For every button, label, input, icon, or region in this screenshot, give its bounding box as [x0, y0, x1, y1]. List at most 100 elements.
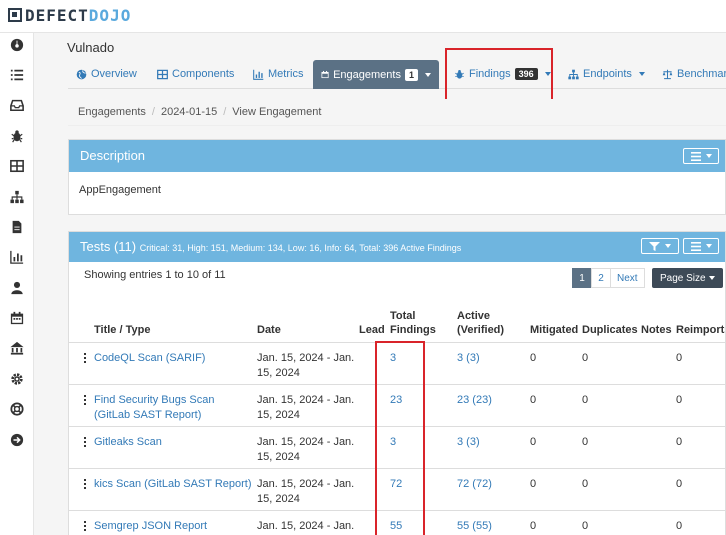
row-actions-icon[interactable]: [84, 353, 86, 363]
tab-components[interactable]: Components: [149, 59, 242, 89]
arrow-circle-right-icon[interactable]: [0, 425, 34, 455]
sitemap-icon[interactable]: [0, 182, 34, 212]
entries-info: Showing entries 1 to 10 of 11: [84, 269, 226, 281]
list-icon[interactable]: [0, 60, 34, 90]
globe-icon: [76, 69, 87, 79]
test-active-verified[interactable]: 72 (72): [457, 477, 492, 492]
page-2-button[interactable]: 2: [591, 268, 611, 288]
test-duplicates: 0: [582, 478, 589, 490]
bar-chart-icon: [253, 69, 264, 80]
findings-tab-highlight: [445, 48, 553, 101]
test-mitigated: 0: [530, 436, 537, 448]
col-duplicates[interactable]: Duplicates: [582, 323, 638, 337]
chevron-down-icon: [425, 72, 431, 77]
table-icon: [157, 69, 168, 79]
test-duplicates: 0: [582, 436, 589, 448]
filter-icon: [649, 241, 660, 251]
tab-benchmark[interactable]: Benchmark: [654, 59, 726, 89]
total-findings-highlight: [375, 341, 425, 535]
bars-icon: [690, 241, 701, 251]
test-duplicates: 0: [582, 394, 589, 406]
description-title: Description: [80, 148, 146, 163]
product-tabs: Overview Components Metrics Engagements …: [68, 59, 726, 89]
logo-mark-icon: [8, 8, 22, 22]
col-date[interactable]: Date: [257, 323, 281, 337]
inbox-icon[interactable]: [0, 90, 34, 120]
test-title-link[interactable]: Gitleaks Scan: [94, 435, 252, 450]
tab-benchmark-label: Benchmark: [677, 68, 726, 80]
tests-menu-button[interactable]: [683, 238, 719, 254]
logo-text-dojo: DOJO: [88, 5, 132, 25]
row-actions-icon[interactable]: [84, 521, 86, 531]
test-date: Jan. 15, 2024 - Jan.: [257, 520, 355, 532]
main-content: Vulnado Overview Components Metrics Enga…: [34, 33, 726, 535]
next-page-button[interactable]: Next: [610, 268, 645, 288]
chevron-down-icon: [708, 276, 715, 280]
col-total-findings[interactable]: Total Findings: [390, 309, 436, 337]
test-duplicates: 0: [582, 520, 589, 532]
row-actions-icon[interactable]: [84, 395, 86, 405]
test-title-link[interactable]: CodeQL Scan (SARIF): [94, 351, 252, 366]
description-panel-header: Description: [69, 140, 725, 172]
sitemap-icon: [568, 69, 579, 79]
product-title: Vulnado: [67, 40, 115, 55]
gear-icon[interactable]: [0, 364, 34, 394]
test-reimports: 0: [676, 352, 683, 364]
row-actions-icon[interactable]: [84, 479, 86, 489]
page-size-label: Page Size: [660, 272, 706, 284]
bars-icon: [690, 151, 701, 161]
test-reimports: 0: [676, 520, 683, 532]
chevron-down-icon: [665, 244, 671, 248]
bug-icon[interactable]: [0, 121, 34, 151]
test-active-verified[interactable]: 55 (55): [457, 519, 492, 534]
col-active-verified[interactable]: Active (Verified): [457, 309, 504, 337]
grid-icon[interactable]: [0, 151, 34, 181]
tests-summary: Critical: 31, High: 151, Medium: 134, Lo…: [139, 243, 462, 253]
test-duplicates: 0: [582, 352, 589, 364]
engagements-count-badge: 1: [404, 68, 418, 81]
col-mitigated[interactable]: Mitigated: [530, 323, 578, 337]
chart-icon[interactable]: [0, 242, 34, 272]
test-active-verified[interactable]: 3 (3): [457, 351, 480, 366]
bank-icon[interactable]: [0, 333, 34, 363]
col-lead[interactable]: Lead: [359, 323, 385, 337]
tab-metrics-label: Metrics: [268, 68, 304, 80]
tab-components-label: Components: [172, 68, 235, 80]
test-date: Jan. 15, 2024 - Jan. 15, 2024: [257, 478, 355, 505]
test-active-verified[interactable]: 3 (3): [457, 435, 480, 450]
test-date: Jan. 15, 2024 - Jan. 15, 2024: [257, 352, 355, 379]
tab-engagements[interactable]: Engagements 1: [313, 60, 439, 89]
breadcrumb-engagements[interactable]: Engagements: [78, 106, 146, 118]
col-title-type[interactable]: Title / Type: [94, 323, 150, 337]
breadcrumb-date[interactable]: 2024-01-15: [161, 106, 217, 118]
top-bar: DEFECTDOJO: [0, 0, 726, 33]
tab-engagements-label: Engagements: [333, 68, 401, 81]
page-size-button[interactable]: Page Size: [652, 268, 723, 288]
test-reimports: 0: [676, 478, 683, 490]
tab-overview-label: Overview: [91, 68, 137, 80]
col-reimports[interactable]: Reimports: [676, 323, 725, 337]
user-icon[interactable]: [0, 273, 34, 303]
tab-overview[interactable]: Overview: [68, 59, 145, 89]
balance-scale-icon: [662, 69, 673, 79]
breadcrumb: Engagements / 2024-01-15 / View Engageme…: [68, 99, 726, 126]
tests-title: Tests (11): [80, 239, 137, 254]
tab-metrics[interactable]: Metrics: [245, 59, 311, 89]
test-active-verified[interactable]: 23 (23): [457, 393, 492, 408]
dashboard-icon[interactable]: [0, 30, 34, 60]
col-notes[interactable]: Notes: [641, 323, 672, 337]
test-title-link[interactable]: Semgrep JSON Report: [94, 519, 252, 534]
tests-filter-button[interactable]: [641, 238, 679, 254]
description-menu-button[interactable]: [683, 148, 719, 164]
test-date: Jan. 15, 2024 - Jan. 15, 2024: [257, 394, 355, 421]
test-title-link[interactable]: Find Security Bugs Scan (GitLab SAST Rep…: [94, 393, 252, 423]
test-title-link[interactable]: kics Scan (GitLab SAST Report): [94, 477, 252, 492]
defectdojo-logo[interactable]: DEFECTDOJO: [8, 5, 132, 25]
row-actions-icon[interactable]: [84, 437, 86, 447]
lifebuoy-icon[interactable]: [0, 394, 34, 424]
file-icon[interactable]: [0, 212, 34, 242]
calendar-icon[interactable]: [0, 303, 34, 333]
tab-endpoints[interactable]: Endpoints: [560, 59, 653, 89]
page-1-button[interactable]: 1: [572, 268, 592, 288]
chevron-down-icon: [638, 72, 645, 76]
